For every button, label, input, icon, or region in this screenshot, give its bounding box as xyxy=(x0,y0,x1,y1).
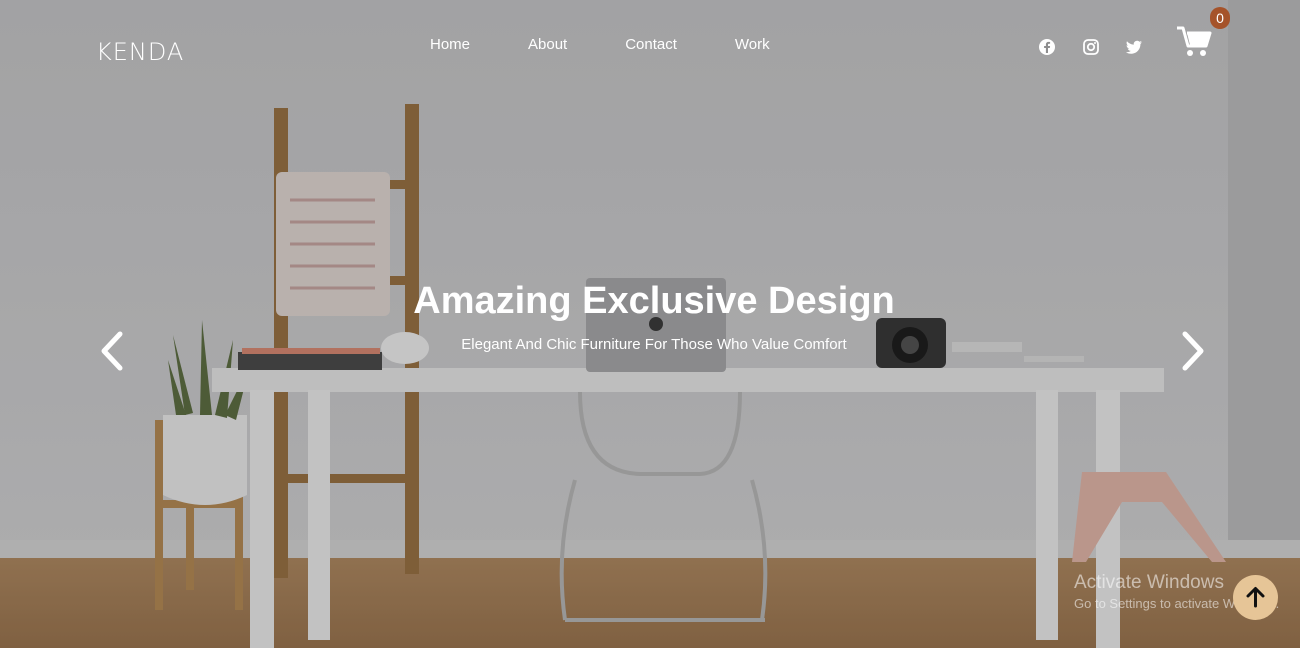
cart-icon[interactable] xyxy=(1176,24,1212,60)
nav-link-home[interactable]: Home xyxy=(430,36,470,53)
hero-title: Amazing Exclusive Design xyxy=(413,280,895,322)
instagram-icon[interactable] xyxy=(1082,38,1100,56)
hero-overlay xyxy=(0,0,1300,648)
chevron-left-icon[interactable] xyxy=(98,330,128,372)
nav-links: Home About Contact Work xyxy=(430,36,828,53)
cart-count-badge: 0 xyxy=(1210,7,1230,29)
brand-logo[interactable]: KENDA xyxy=(96,38,184,66)
facebook-icon[interactable] xyxy=(1038,38,1056,56)
arrow-up-icon xyxy=(1246,587,1265,608)
nav-link-contact[interactable]: Contact xyxy=(625,36,677,53)
hero-slider xyxy=(0,0,1300,648)
hero-subtitle: Elegant And Chic Furniture For Those Who… xyxy=(461,336,847,353)
chevron-right-icon[interactable] xyxy=(1177,330,1207,372)
navbar: KENDA Home About Contact Work 0 xyxy=(0,0,1300,90)
twitter-icon[interactable] xyxy=(1125,38,1143,56)
scroll-to-top-button[interactable] xyxy=(1233,575,1278,620)
nav-link-work[interactable]: Work xyxy=(735,36,770,53)
nav-link-about[interactable]: About xyxy=(528,36,567,53)
